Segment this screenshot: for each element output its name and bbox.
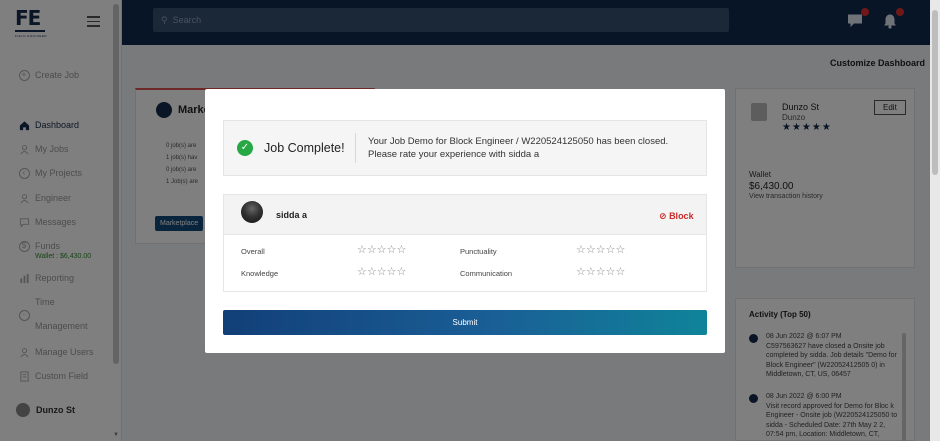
page-scrollbar[interactable]: [930, 0, 940, 441]
job-complete-modal: ✓ Job Complete! Your Job Demo for Block …: [205, 89, 725, 353]
engineer-name: sidda a: [276, 210, 308, 220]
check-circle-icon: ✓: [237, 140, 253, 156]
rating-label-communication: Communication: [460, 269, 513, 278]
modal-title: Job Complete!: [264, 141, 345, 155]
divider: [355, 133, 356, 163]
rating-label-overall: Overall: [241, 247, 265, 256]
rating-label-knowledge: Knowledge: [241, 269, 279, 278]
overall-stars[interactable]: ☆☆☆☆☆: [357, 245, 406, 256]
rating-label-punctuality: Punctuality: [460, 247, 497, 256]
rating-panel: sidda a ⊘ Block Overall ☆☆☆☆☆ Punctualit…: [223, 194, 707, 292]
rating-header: sidda a ⊘ Block: [224, 195, 706, 235]
job-closed-message: Your Job Demo for Block Engineer / W2205…: [368, 136, 669, 160]
job-complete-banner: ✓ Job Complete! Your Job Demo for Block …: [223, 120, 707, 176]
block-icon: ⊘: [659, 211, 667, 221]
submit-button[interactable]: Submit: [223, 310, 707, 335]
punctuality-stars[interactable]: ☆☆☆☆☆: [576, 245, 625, 256]
communication-stars[interactable]: ☆☆☆☆☆: [576, 267, 625, 278]
block-button[interactable]: ⊘ Block: [659, 211, 694, 222]
engineer-avatar: [241, 201, 263, 223]
knowledge-stars[interactable]: ☆☆☆☆☆: [357, 267, 406, 278]
